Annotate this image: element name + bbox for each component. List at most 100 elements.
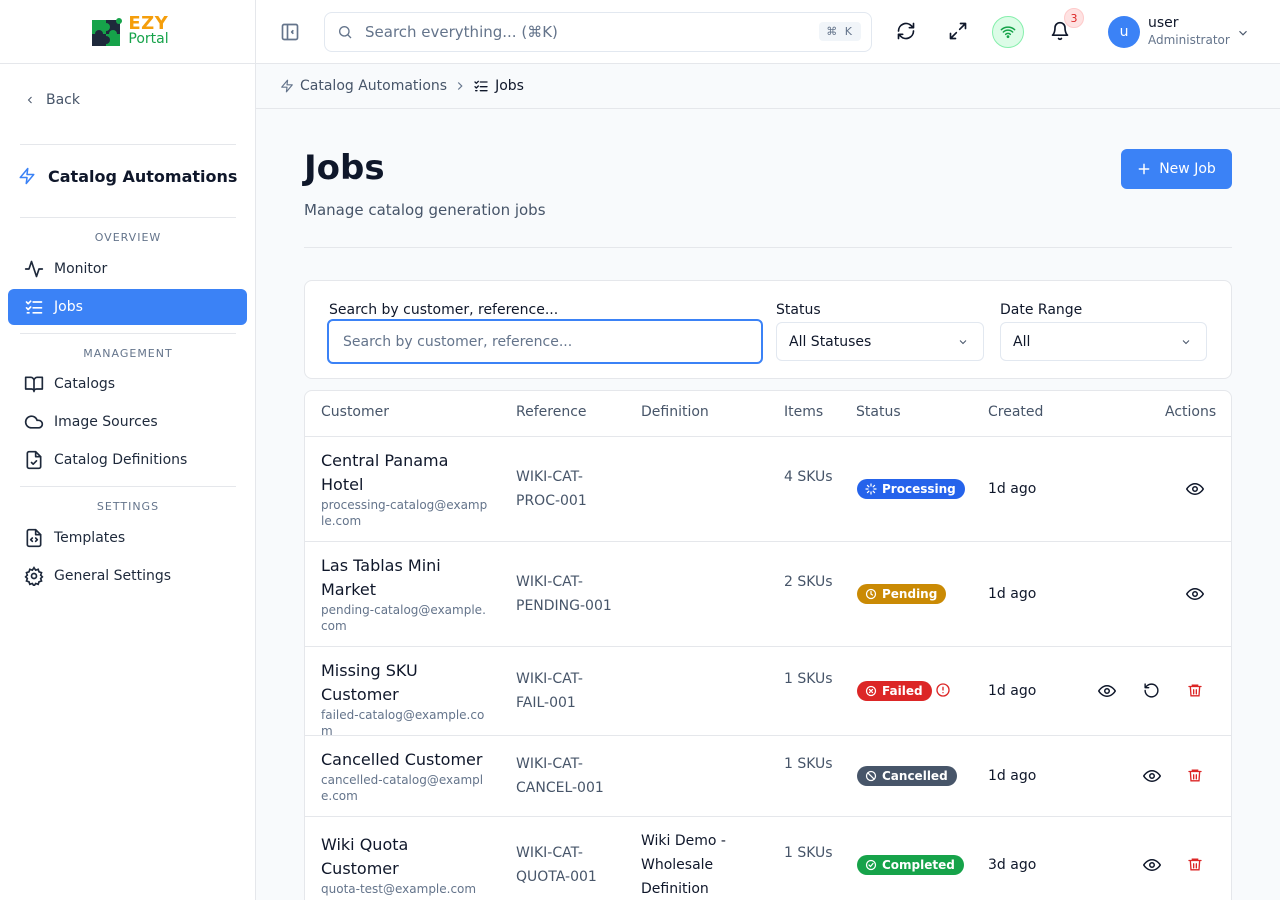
- plus-icon: [1138, 163, 1150, 175]
- sidebar-item-label: Templates: [54, 530, 126, 546]
- status-label: Completed: [882, 858, 955, 872]
- logo-text-sub: Portal: [128, 31, 169, 47]
- chevron-left-icon: [27, 96, 32, 104]
- sidebar-item-general-settings[interactable]: General Settings: [8, 558, 247, 594]
- table-row[interactable]: Wiki Quota Customer quota-test@example.c…: [305, 817, 1231, 900]
- status-label: Failed: [882, 684, 923, 698]
- error-info-button[interactable]: [935, 682, 951, 702]
- items-cell: 2 SKUs: [784, 574, 833, 590]
- notification-count-badge: 3: [1064, 8, 1084, 28]
- rotate-ccw-icon: [1144, 683, 1159, 698]
- created-cell: 1d ago: [988, 586, 1037, 602]
- customer-email: cancelled-catalog@example.com: [321, 773, 484, 803]
- book-open-icon: [24, 376, 44, 393]
- sidebar-item-templates[interactable]: Templates: [8, 520, 247, 556]
- expand-icon: [949, 22, 967, 40]
- reference-cell: WIKI-CAT-QUOTA-001: [516, 845, 597, 885]
- sidebar-item-catalog-definitions[interactable]: Catalog Definitions: [8, 442, 247, 478]
- user-menu-toggle[interactable]: [1236, 25, 1250, 44]
- customer-cell: Las Tablas Mini Market pending-catalog@e…: [321, 554, 489, 634]
- back-label: Back: [46, 92, 80, 108]
- created-cell: 3d ago: [988, 857, 1037, 873]
- column-header-created: Created: [988, 404, 1044, 420]
- search-filter-input[interactable]: [327, 319, 763, 364]
- refresh-icon: [897, 22, 915, 40]
- jobs-table: Customer Reference Definition Items Stat…: [304, 390, 1232, 900]
- settings-icon: [24, 566, 44, 586]
- items-cell: 4 SKUs: [784, 469, 833, 485]
- new-job-label: New Job: [1159, 161, 1216, 177]
- sidebar-toggle-button[interactable]: [280, 22, 300, 46]
- date-range-select[interactable]: All: [1000, 322, 1207, 361]
- sidebar-divider: [20, 333, 236, 334]
- customer-name: Las Tablas Mini Market: [321, 556, 441, 599]
- customer-name: Wiki Quota Customer: [321, 835, 409, 878]
- chevron-right-icon: [457, 82, 463, 90]
- connection-status-button[interactable]: [992, 16, 1024, 48]
- zap-icon: [19, 167, 35, 185]
- sidebar-item-catalogs[interactable]: Catalogs: [8, 366, 247, 402]
- user-menu[interactable]: user Administrator: [1148, 15, 1230, 49]
- breadcrumb: Catalog Automations Jobs: [256, 64, 1280, 109]
- customer-cell: Cancelled Customer cancelled-catalog@exa…: [321, 748, 489, 804]
- delete-button[interactable]: [1187, 856, 1203, 877]
- table-row[interactable]: Cancelled Customer cancelled-catalog@exa…: [305, 736, 1231, 817]
- new-job-button[interactable]: New Job: [1121, 149, 1232, 189]
- search-shortcut: ⌘ K: [819, 22, 861, 41]
- status-badge: Completed: [857, 855, 964, 875]
- back-link[interactable]: Back: [24, 92, 80, 108]
- breadcrumb-catalog-automations[interactable]: Catalog Automations: [280, 78, 447, 94]
- section-label-overview: OVERVIEW: [94, 231, 162, 244]
- view-button[interactable]: [1142, 767, 1162, 789]
- avatar[interactable]: u: [1108, 16, 1140, 48]
- customer-name: Missing SKU Customer: [321, 661, 418, 704]
- created-cell: 1d ago: [988, 683, 1037, 699]
- delete-button[interactable]: [1187, 682, 1203, 703]
- global-search[interactable]: Search everything... (⌘K) ⌘ K: [324, 12, 872, 52]
- status-filter-select[interactable]: All Statuses: [776, 322, 984, 361]
- status-filter-label: Status: [776, 302, 821, 318]
- table-row[interactable]: Las Tablas Mini Market pending-catalog@e…: [305, 542, 1231, 647]
- eye-icon: [1097, 684, 1117, 698]
- sidebar-item-image-sources[interactable]: Image Sources: [8, 404, 247, 440]
- header-divider: [304, 247, 1232, 248]
- sidebar-item-monitor[interactable]: Monitor: [8, 251, 247, 287]
- definition-cell: Wiki Demo - Wholesale Definition: [641, 833, 726, 897]
- view-button[interactable]: [1097, 682, 1117, 704]
- customer-email: processing-catalog@example.com: [321, 498, 488, 528]
- sidebar-item-label: Catalogs: [54, 376, 116, 392]
- customer-cell: Missing SKU Customer failed-catalog@exam…: [321, 659, 489, 739]
- panel-left-icon: [281, 23, 299, 41]
- module-title-text: Catalog Automations: [48, 166, 238, 186]
- sidebar-item-jobs[interactable]: Jobs: [8, 289, 247, 325]
- breadcrumb-label: Catalog Automations: [300, 78, 448, 94]
- customer-name: Cancelled Customer: [321, 750, 483, 769]
- puzzle-logo-icon: [92, 17, 123, 46]
- logo-area: EZY Portal: [0, 0, 255, 64]
- delete-button[interactable]: [1187, 767, 1203, 788]
- file-check-icon: [26, 450, 42, 470]
- eye-icon: [1185, 587, 1205, 601]
- sidebar: EZY Portal Back Catalog Automations OVER…: [0, 0, 256, 900]
- user-name: user: [1148, 15, 1179, 31]
- zap-icon: [281, 79, 293, 93]
- items-cell: 1 SKUs: [784, 756, 833, 772]
- eye-icon: [1142, 769, 1162, 783]
- section-label-management: MANAGEMENT: [83, 347, 173, 360]
- date-range-value: All: [1013, 333, 1031, 350]
- fullscreen-button[interactable]: [948, 20, 968, 46]
- refresh-button[interactable]: [896, 20, 916, 46]
- filter-panel: Search by customer, reference... Status …: [304, 280, 1232, 379]
- view-button[interactable]: [1185, 585, 1205, 607]
- table-row[interactable]: Central Panama Hotel processing-catalog@…: [305, 437, 1231, 542]
- view-button[interactable]: [1142, 856, 1162, 878]
- customer-name: Central Panama Hotel: [321, 451, 449, 494]
- app-logo[interactable]: EZY Portal: [86, 12, 169, 52]
- table-row[interactable]: Missing SKU Customer failed-catalog@exam…: [305, 647, 1231, 739]
- retry-button[interactable]: [1143, 682, 1160, 703]
- status-badge: Failed: [857, 681, 932, 701]
- view-button[interactable]: [1185, 480, 1205, 502]
- top-header: Search everything... (⌘K) ⌘ K 3 u user A…: [256, 0, 1280, 64]
- sidebar-item-label: Jobs: [54, 299, 83, 315]
- list-checks-icon: [25, 300, 43, 314]
